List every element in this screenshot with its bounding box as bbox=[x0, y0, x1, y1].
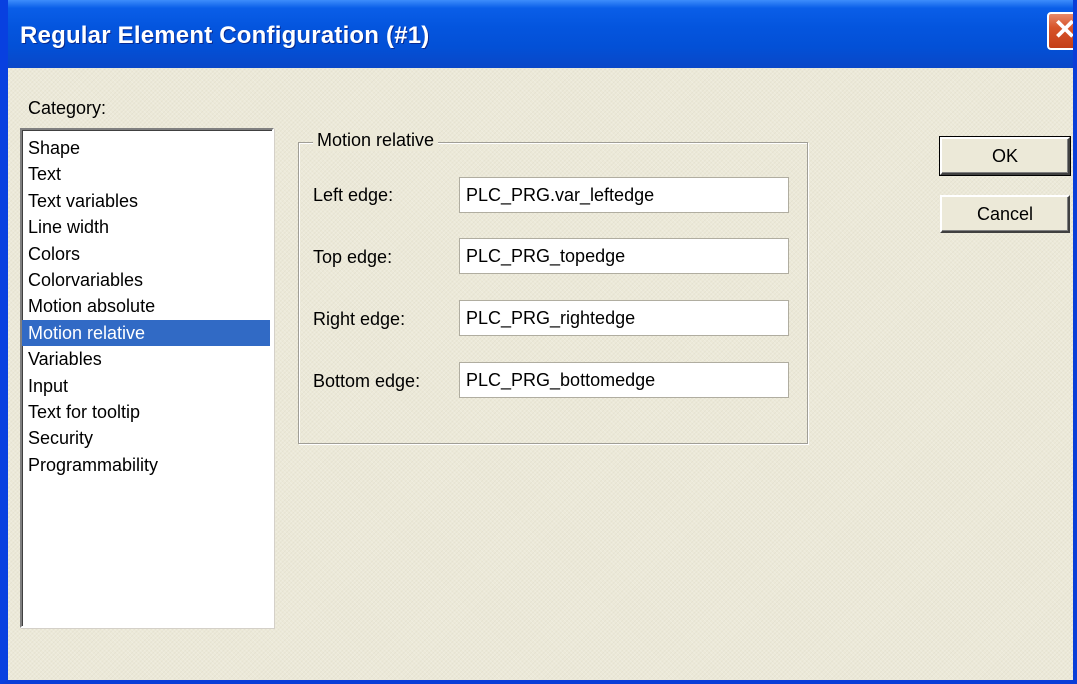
right-edge-label: Right edge: bbox=[313, 309, 406, 329]
top-edge-label: Top edge: bbox=[313, 247, 393, 267]
dialog-window: Regular Element Configuration (#1) ✕ Cat… bbox=[0, 0, 1077, 684]
category-item-text[interactable]: Text bbox=[22, 161, 270, 187]
category-list[interactable]: Shape Text Text variables Line width Col… bbox=[20, 128, 274, 628]
category-item-text-variables[interactable]: Text variables bbox=[22, 188, 270, 214]
bottom-edge-label: Bottom edge: bbox=[313, 371, 421, 391]
close-icon: ✕ bbox=[1053, 14, 1077, 45]
category-item-input[interactable]: Input bbox=[22, 373, 270, 399]
category-item-programmability[interactable]: Programmability bbox=[22, 452, 270, 478]
category-item-variables[interactable]: Variables bbox=[22, 346, 270, 372]
category-item-security[interactable]: Security bbox=[22, 425, 270, 451]
category-item-motion-absolute[interactable]: Motion absolute bbox=[22, 293, 270, 319]
cancel-button[interactable]: Cancel bbox=[940, 195, 1070, 233]
motion-relative-group: Motion relative Left edge: Top edge: Rig… bbox=[298, 130, 808, 444]
left-edge-label: Left edge: bbox=[313, 185, 394, 205]
left-edge-input[interactable] bbox=[459, 177, 789, 213]
category-item-motion-relative[interactable]: Motion relative bbox=[22, 319, 270, 347]
group-title: Motion relative bbox=[313, 130, 439, 151]
title-bar[interactable]: Regular Element Configuration (#1) ✕ bbox=[8, 0, 1077, 68]
category-item-shape[interactable]: Shape bbox=[22, 135, 270, 161]
category-item-colors[interactable]: Colors bbox=[22, 241, 270, 267]
right-edge-input[interactable] bbox=[459, 300, 789, 336]
category-item-colorvariables[interactable]: Colorvariables bbox=[22, 267, 270, 293]
window-title: Regular Element Configuration (#1) bbox=[20, 22, 430, 49]
bottom-edge-input[interactable] bbox=[459, 362, 789, 398]
category-item-line-width[interactable]: Line width bbox=[22, 214, 270, 240]
category-label: Category: bbox=[28, 98, 107, 118]
top-edge-input[interactable] bbox=[459, 238, 789, 274]
category-item-text-for-tooltip[interactable]: Text for tooltip bbox=[22, 399, 270, 425]
close-button[interactable]: ✕ bbox=[1047, 12, 1077, 50]
dialog-content: Category: Shape Text Text variables Line… bbox=[8, 68, 1073, 680]
ok-button[interactable]: OK bbox=[939, 136, 1071, 176]
